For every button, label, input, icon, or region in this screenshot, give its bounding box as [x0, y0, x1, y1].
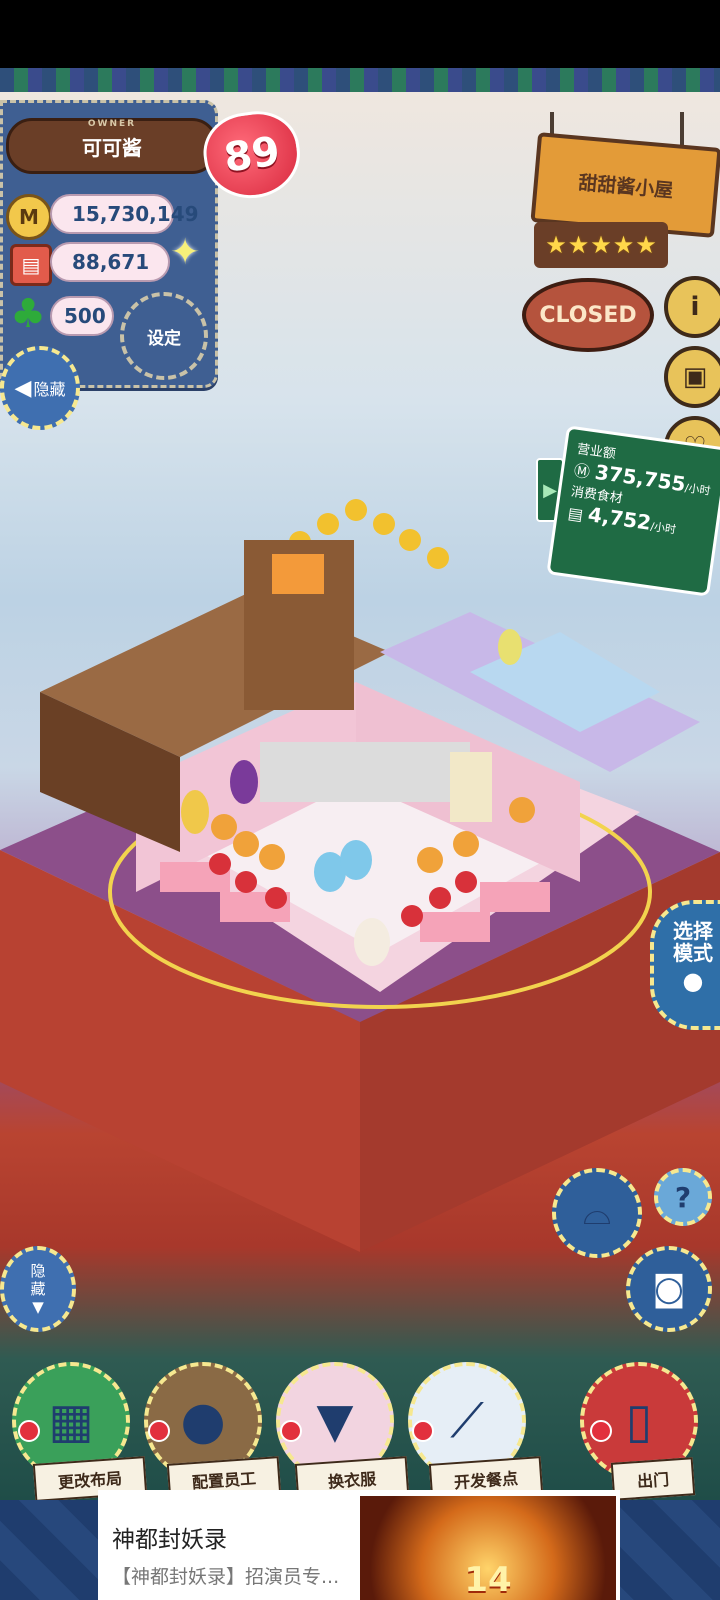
- camera-icon: ◙: [652, 1269, 686, 1309]
- menu-label: 换衣服: [327, 1469, 377, 1492]
- food-consumption-unit: /小时: [649, 519, 677, 537]
- owner-nameplate[interactable]: OWNER 可可酱: [6, 118, 218, 174]
- dispatch-button[interactable]: ⌓: [552, 1168, 642, 1258]
- ad-title: 神都封妖录: [112, 1527, 227, 1553]
- chevron-right-icon: ▶: [543, 479, 557, 501]
- food-balance-value: 88,671: [72, 250, 150, 274]
- help-button[interactable]: ?: [654, 1168, 712, 1226]
- star-icon: ★: [567, 231, 590, 259]
- coin-icon: Ⓜ: [572, 460, 597, 483]
- bear-icon: ●: [682, 967, 704, 995]
- pin-icon: [412, 1420, 434, 1442]
- arrow-left-icon: ◀: [14, 375, 32, 401]
- info-button[interactable]: i: [664, 276, 720, 338]
- ad-image-text: 14: [464, 1560, 512, 1600]
- clover-icon: ♣: [10, 291, 46, 337]
- hide-ui-button-bottom[interactable]: 隐藏 ▼: [0, 1246, 76, 1332]
- sign-chain: [680, 112, 684, 146]
- owner-caption: OWNER: [87, 119, 137, 129]
- shop-status-sign[interactable]: CLOSED: [522, 278, 654, 352]
- shirt-icon: ▼: [316, 1393, 354, 1449]
- menu-label: 出门: [636, 1469, 670, 1492]
- star-icon: ★: [635, 231, 657, 259]
- hide-ui-button-top[interactable]: ◀ 隐藏: [0, 346, 80, 430]
- owner-name: 可可酱: [82, 135, 142, 160]
- hide-top-label: 隐藏: [33, 380, 66, 399]
- star-icon: ★: [612, 231, 635, 259]
- ad-banner[interactable]: 神都封妖录 【神都封妖录】招演员专... 14: [98, 1490, 620, 1600]
- shop-name: 甜甜酱小屋: [577, 171, 675, 202]
- shop-status: CLOSED: [539, 302, 637, 328]
- bunting-decoration: [0, 68, 720, 100]
- pin-icon: [18, 1420, 40, 1442]
- menu-label: 配置员工: [191, 1468, 257, 1493]
- camera-button[interactable]: ◙: [626, 1246, 712, 1332]
- door-exit-icon: ▯: [625, 1393, 653, 1449]
- menu-label: 开发餐点: [453, 1468, 519, 1493]
- coin-balance-value: 15,730,149: [72, 202, 199, 226]
- food-balance: 88,671: [50, 242, 170, 282]
- select-mode-label: 选择模式: [673, 919, 713, 965]
- settings-label: 设定: [147, 328, 181, 349]
- coin-balance: 15,730,149: [50, 194, 199, 234]
- arrow-down-icon: ▼: [32, 1298, 44, 1316]
- clover-balance-value: 500: [64, 304, 106, 328]
- star-icon: ★: [545, 231, 567, 259]
- settings-button[interactable]: 设定: [120, 292, 208, 380]
- food-basket-icon: ▤: [10, 244, 52, 286]
- pin-icon: [148, 1420, 170, 1442]
- ad-description: 【神都封妖录】招演员专...: [112, 1566, 340, 1588]
- go-out-label[interactable]: 出门: [610, 1457, 696, 1501]
- table-icon: ▦: [48, 1393, 94, 1449]
- ad-image[interactable]: 14: [360, 1496, 616, 1600]
- hide-bottom-label: 隐藏: [30, 1262, 46, 1298]
- pin-icon: [590, 1420, 612, 1442]
- sparkle-icon: ✦: [170, 232, 201, 273]
- clover-balance: 500: [50, 296, 114, 336]
- info-icon: i: [690, 292, 700, 322]
- hat-icon: ⌓: [582, 1192, 612, 1233]
- pin-icon: [280, 1420, 302, 1442]
- bear-staff-icon: ●: [180, 1391, 226, 1451]
- business-stats-board: 营业额 Ⓜ 375,755/小时 消费食材 ▤ 4,752/小时: [546, 425, 720, 597]
- help-icon: ?: [674, 1180, 692, 1214]
- shop-rating-stars: ★ ★ ★ ★ ★: [534, 222, 668, 268]
- coin-icon: M: [6, 194, 52, 240]
- recipe-book-button[interactable]: ▣: [664, 346, 720, 408]
- knife-icon: ⟋: [450, 1392, 484, 1449]
- revenue-unit: /小时: [683, 481, 712, 498]
- level-value: 89: [221, 128, 283, 182]
- select-mode-button[interactable]: 选择模式 ●: [650, 900, 720, 1030]
- menu-label: 更改布局: [57, 1468, 123, 1493]
- star-icon: ★: [590, 231, 612, 259]
- status-bar: [0, 0, 720, 68]
- book-icon: ▣: [682, 362, 708, 392]
